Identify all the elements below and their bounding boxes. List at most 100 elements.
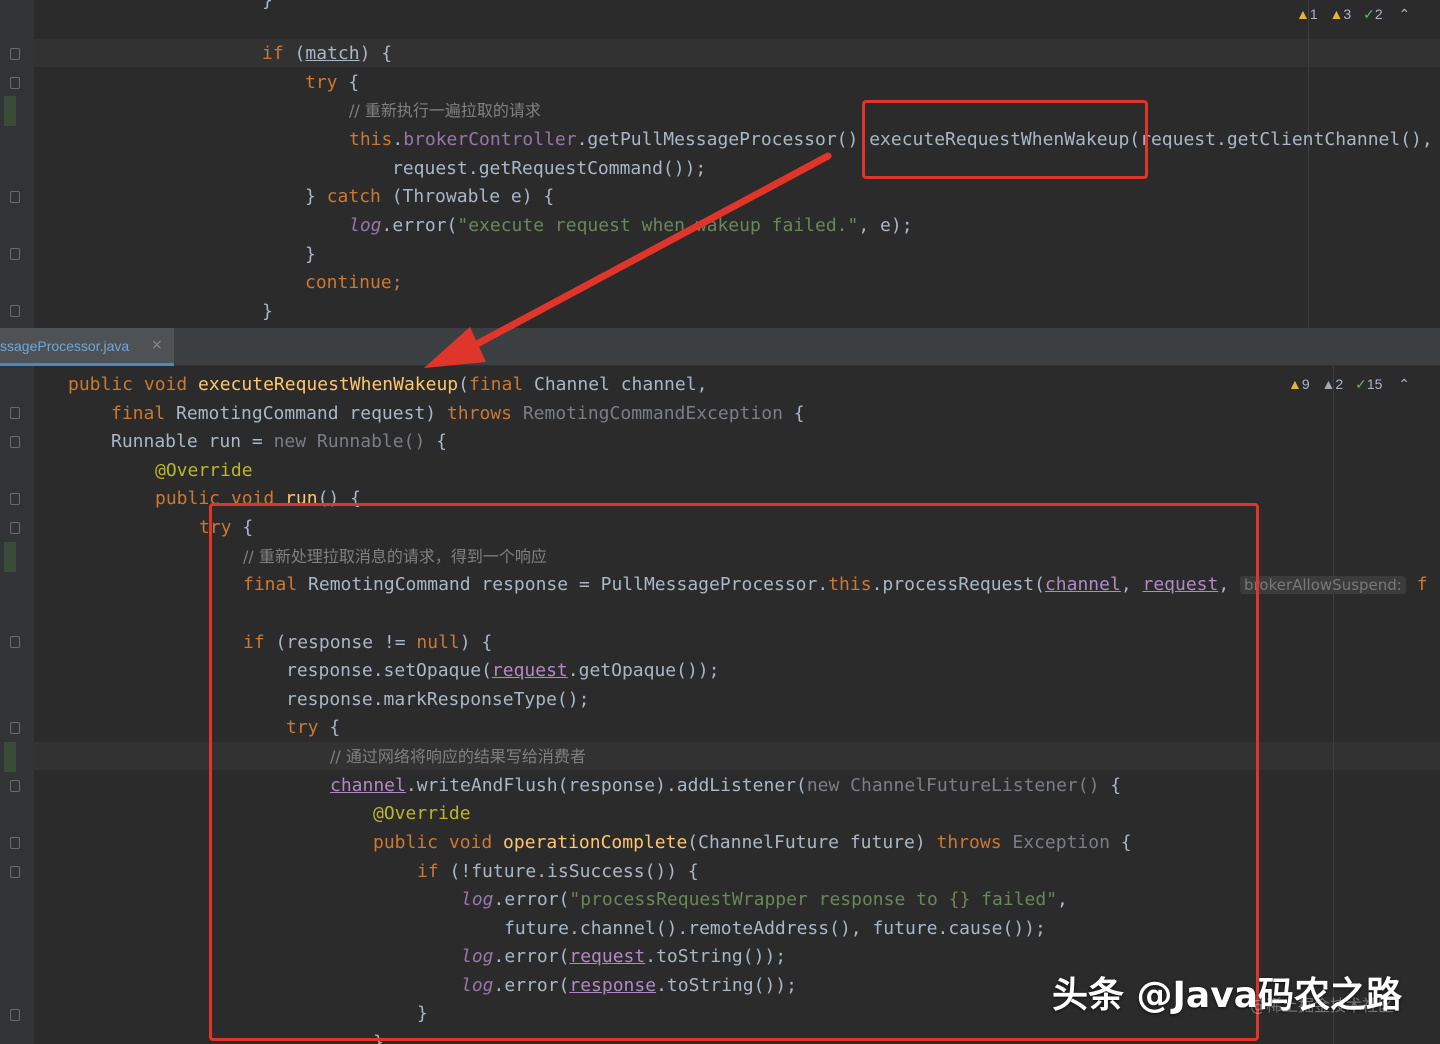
code-token: request: [569, 946, 646, 967]
code-annotation: @Override: [155, 460, 253, 481]
code-token: channel: [1044, 574, 1121, 595]
code-token: ) {: [359, 43, 393, 64]
code-token: new Runnable(): [273, 431, 426, 452]
code-line: public void operationComplete(ChannelFut…: [373, 828, 1132, 857]
code-token: final: [243, 574, 298, 595]
chevron-up-icon[interactable]: ⌃: [1399, 6, 1411, 22]
fold-icon[interactable]: [10, 77, 20, 89]
code-token: request.getClientChannel(),: [1140, 129, 1433, 150]
top-editor-pane[interactable]: ▲1 ▲3 ✓2 ⌃ } if (match) { try { // 重新执行一…: [0, 0, 1440, 328]
code-line: log.error(response.toString());: [461, 971, 797, 1000]
code-token: f: [1405, 574, 1428, 595]
code-token: ,: [1218, 574, 1230, 595]
fold-icon[interactable]: [10, 837, 20, 849]
code-token: if: [417, 861, 439, 882]
inspection-widget[interactable]: ▲9 ▲2 ✓15 ⌃: [1288, 374, 1410, 394]
code-line: Runnable run = new Runnable() {: [111, 427, 447, 456]
code-token: RemotingCommandException: [511, 403, 783, 424]
fold-icon[interactable]: [10, 722, 20, 734]
code-line: @Override: [373, 799, 471, 828]
code-token: .writeAndFlush(response).addListener(: [405, 775, 807, 796]
fold-icon[interactable]: [10, 191, 20, 203]
code-line: }: [262, 0, 273, 15]
tab-pull-message-processor[interactable]: ssageProcessor.java ×: [0, 328, 174, 366]
code-token: }: [305, 186, 327, 207]
warning-icon: ▲: [1296, 6, 1310, 22]
change-marker: [4, 542, 16, 572]
fold-icon[interactable]: [10, 305, 20, 317]
fold-icon[interactable]: [10, 493, 20, 505]
code-token: null: [416, 632, 460, 653]
code-string: "execute request when wakeup failed.": [457, 215, 859, 236]
code-token: }: [305, 244, 316, 265]
warning-icon: ▲: [1288, 376, 1302, 392]
fold-icon[interactable]: [10, 1009, 20, 1021]
code-token: continue;: [305, 272, 403, 293]
weak-warning-icon: ▲: [1321, 376, 1336, 392]
code-line: } catch (Throwable e) {: [305, 182, 554, 211]
code-token: public void: [155, 488, 286, 509]
code-token: request: [491, 660, 568, 681]
code-line: @Override: [155, 456, 253, 485]
code-token: new ChannelFutureListener(): [806, 775, 1100, 796]
current-line-highlight: [34, 39, 1440, 67]
right-margin-guide: [1333, 366, 1334, 1044]
code-line: final RemotingCommand response = PullMes…: [243, 570, 1428, 599]
code-token: }: [373, 1032, 384, 1044]
code-token: future.channel().remoteAddress(), future…: [504, 918, 1046, 939]
code-line: channel.writeAndFlush(response).addListe…: [330, 771, 1121, 800]
code-token: response.setOpaque(: [286, 660, 492, 681]
check-icon: ✓: [1363, 6, 1375, 22]
code-token: brokerController: [403, 129, 577, 150]
editor-tab-bar: ssageProcessor.java ×: [0, 328, 1440, 366]
code-token: Runnable run =: [111, 431, 274, 452]
fold-icon[interactable]: [10, 436, 20, 448]
fold-icon[interactable]: [10, 48, 20, 60]
chevron-up-icon[interactable]: ⌃: [1398, 376, 1410, 392]
parameter-hint: brokerAllowSuspend:: [1240, 576, 1406, 594]
code-token: log: [461, 889, 494, 910]
code-token: throws: [446, 403, 512, 424]
code-line: request.getRequestCommand());: [392, 154, 706, 183]
code-token: request: [1142, 574, 1219, 595]
code-token: {: [782, 403, 805, 424]
fold-icon[interactable]: [10, 866, 20, 878]
code-token: .getPullMessageProcessor(): [576, 129, 859, 150]
fold-icon[interactable]: [10, 522, 20, 534]
code-line: // 重新执行一遍拉取的请求: [349, 96, 541, 125]
code-line: future.channel().remoteAddress(), future…: [504, 914, 1046, 943]
code-token: public void: [68, 374, 199, 395]
fold-icon[interactable]: [10, 636, 20, 648]
code-token: log: [461, 975, 494, 996]
weak-warning-count: 3: [1343, 6, 1352, 22]
code-token: (: [283, 43, 306, 64]
code-token: public void: [373, 832, 504, 853]
fold-icon[interactable]: [10, 780, 20, 792]
code-token: catch: [326, 186, 381, 207]
code-token: channel: [330, 775, 406, 796]
code-token: .error(: [493, 946, 570, 967]
close-icon[interactable]: ×: [151, 337, 163, 353]
code-token: (: [458, 374, 469, 395]
code-line: final RemotingCommand request) throws Re…: [111, 399, 805, 428]
bottom-editor-pane[interactable]: ▲9 ▲2 ✓15 ⌃ public void executeRequestWh…: [0, 366, 1440, 1044]
code-token: .getOpaque());: [567, 660, 720, 681]
code-line: log.error(request.toString());: [461, 942, 786, 971]
code-line: // 重新处理拉取消息的请求，得到一个响应: [243, 542, 547, 571]
code-token: .toString());: [656, 975, 797, 996]
fold-icon[interactable]: [10, 248, 20, 260]
weak-warning-icon: ▲: [1329, 6, 1344, 22]
code-line: continue;: [305, 268, 403, 297]
code-token: (ChannelFuture future): [687, 832, 937, 853]
code-line: response.markResponseType();: [286, 685, 589, 714]
code-token: run: [285, 488, 318, 509]
change-marker: [4, 96, 16, 126]
fold-icon[interactable]: [10, 407, 20, 419]
watermark-subtext: @稀土掘金技术社区: [1250, 996, 1395, 1015]
code-token: log: [349, 215, 382, 236]
code-token: (Throwable e) {: [380, 186, 555, 207]
code-token: ,: [1057, 889, 1068, 910]
inspection-widget[interactable]: ▲1 ▲3 ✓2 ⌃: [1296, 4, 1410, 24]
code-token: (!future.isSuccess()) {: [438, 861, 699, 882]
code-token: .: [392, 129, 404, 150]
